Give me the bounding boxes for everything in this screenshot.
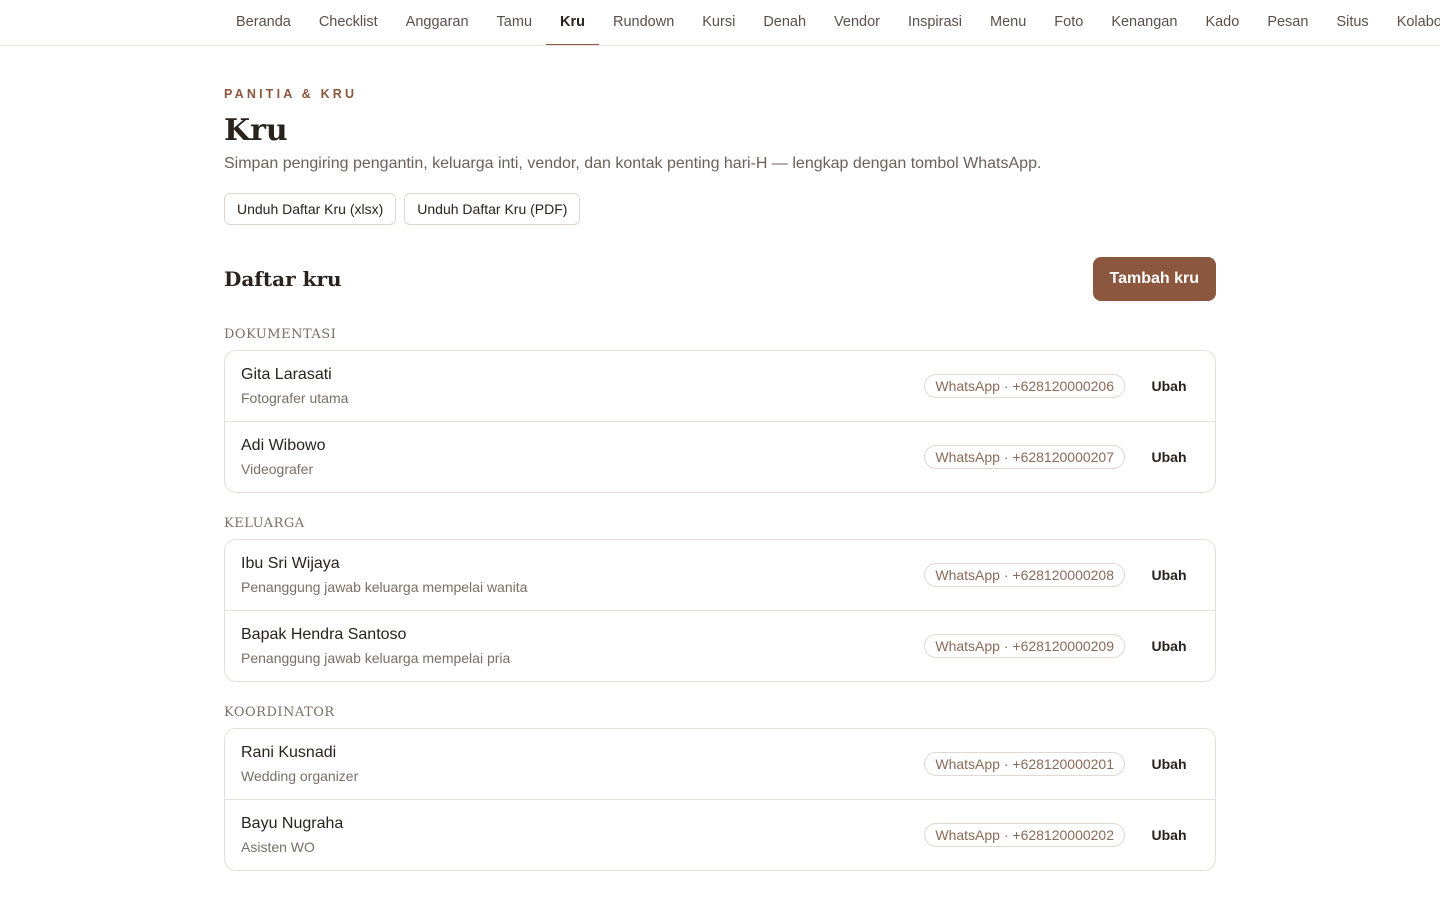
crew-info: Gita Larasati Fotografer utama	[241, 364, 924, 408]
crew-row: Rani Kusnadi Wedding organizer WhatsApp …	[225, 729, 1215, 800]
page-subtitle: Simpan pengiring pengantin, keluarga int…	[224, 155, 1042, 172]
crew-info: Adi Wibowo Videografer	[241, 435, 924, 479]
crew-card: Gita Larasati Fotografer utama WhatsApp …	[224, 350, 1216, 493]
crew-name: Bapak Hendra Santoso	[241, 626, 407, 643]
page-title: Kru	[224, 113, 288, 148]
tab-kolaborasi[interactable]: Kolaborasi	[1383, 0, 1440, 45]
whatsapp-link[interactable]: WhatsApp · +628120000209	[924, 634, 1125, 658]
edit-button[interactable]: Ubah	[1139, 560, 1199, 590]
tab-rundown[interactable]: Rundown	[599, 0, 688, 45]
tab-checklist[interactable]: Checklist	[305, 0, 392, 45]
tab-inspirasi[interactable]: Inspirasi	[894, 0, 976, 45]
export-actions: Unduh Daftar Kru (xlsx) Unduh Daftar Kru…	[224, 193, 1216, 225]
whatsapp-link[interactable]: WhatsApp · +628120000208	[924, 563, 1125, 587]
crew-row: Adi Wibowo Videografer WhatsApp · +62812…	[225, 422, 1215, 492]
crew-name: Adi Wibowo	[241, 437, 326, 454]
page-eyebrow: PANITIA & KRU	[224, 87, 358, 101]
tab-vendor[interactable]: Vendor	[820, 0, 894, 45]
crew-role: Asisten WO	[241, 839, 315, 855]
crew-info: Rani Kusnadi Wedding organizer	[241, 742, 924, 786]
tab-denah[interactable]: Denah	[749, 0, 820, 45]
group-label: KELUARGA	[224, 516, 305, 531]
crew-role: Videografer	[241, 461, 314, 477]
whatsapp-link[interactable]: WhatsApp · +628120000206	[924, 374, 1125, 398]
crew-role: Penanggung jawab keluarga mempelai pria	[241, 650, 511, 666]
crew-row: Ibu Sri Wijaya Penanggung jawab keluarga…	[225, 540, 1215, 611]
crew-info: Bayu Nugraha Asisten WO	[241, 813, 924, 857]
group-label: DOKUMENTASI	[224, 327, 337, 342]
tab-pesan[interactable]: Pesan	[1253, 0, 1322, 45]
whatsapp-link[interactable]: WhatsApp · +628120000201	[924, 752, 1125, 776]
edit-button[interactable]: Ubah	[1139, 371, 1199, 401]
crew-row: Bayu Nugraha Asisten WO WhatsApp · +6281…	[225, 800, 1215, 870]
group-label: KOORDINATOR	[224, 705, 335, 720]
tab-kru[interactable]: Kru	[546, 0, 599, 45]
crew-list-header: Daftar kru Tambah kru	[224, 257, 1216, 301]
crew-name: Gita Larasati	[241, 366, 332, 383]
tab-situs[interactable]: Situs	[1322, 0, 1382, 45]
crew-row: Bapak Hendra Santoso Penanggung jawab ke…	[225, 611, 1215, 681]
download-xlsx-button[interactable]: Unduh Daftar Kru (xlsx)	[224, 193, 397, 225]
crew-name: Ibu Sri Wijaya	[241, 555, 340, 572]
main-content: PANITIA & KRU Kru Simpan pengiring penga…	[224, 86, 1216, 871]
tab-kenangan[interactable]: Kenangan	[1097, 0, 1191, 45]
add-crew-button[interactable]: Tambah kru	[1092, 257, 1216, 301]
crew-group-dokumentasi: DOKUMENTASI Gita Larasati Fotografer uta…	[224, 326, 1216, 493]
crew-card: Ibu Sri Wijaya Penanggung jawab keluarga…	[224, 539, 1216, 682]
crew-row: Gita Larasati Fotografer utama WhatsApp …	[225, 351, 1215, 422]
tab-kado[interactable]: Kado	[1191, 0, 1253, 45]
nav-tabs: Beranda Checklist Anggaran Tamu Kru Rund…	[222, 0, 1440, 45]
tab-tamu[interactable]: Tamu	[483, 0, 546, 45]
tab-anggaran[interactable]: Anggaran	[392, 0, 483, 45]
crew-name: Rani Kusnadi	[241, 744, 337, 761]
crew-group-koordinator: KOORDINATOR Rani Kusnadi Wedding organiz…	[224, 704, 1216, 871]
crew-role: Fotografer utama	[241, 390, 349, 406]
edit-button[interactable]: Ubah	[1139, 631, 1199, 661]
crew-info: Ibu Sri Wijaya Penanggung jawab keluarga…	[241, 553, 924, 597]
top-navigation: Beranda Checklist Anggaran Tamu Kru Rund…	[0, 0, 1440, 46]
crew-list-title: Daftar kru	[224, 267, 342, 291]
crew-role: Wedding organizer	[241, 768, 359, 784]
crew-info: Bapak Hendra Santoso Penanggung jawab ke…	[241, 624, 924, 668]
crew-name: Bayu Nugraha	[241, 815, 344, 832]
edit-button[interactable]: Ubah	[1139, 820, 1199, 850]
tab-menu[interactable]: Menu	[976, 0, 1040, 45]
crew-role: Penanggung jawab keluarga mempelai wanit…	[241, 579, 528, 595]
whatsapp-link[interactable]: WhatsApp · +628120000202	[924, 823, 1125, 847]
tab-kursi[interactable]: Kursi	[688, 0, 749, 45]
crew-group-keluarga: KELUARGA Ibu Sri Wijaya Penanggung jawab…	[224, 515, 1216, 682]
edit-button[interactable]: Ubah	[1139, 442, 1199, 472]
download-pdf-button[interactable]: Unduh Daftar Kru (PDF)	[404, 193, 581, 225]
edit-button[interactable]: Ubah	[1139, 749, 1199, 779]
crew-card: Rani Kusnadi Wedding organizer WhatsApp …	[224, 728, 1216, 871]
whatsapp-link[interactable]: WhatsApp · +628120000207	[924, 445, 1125, 469]
tab-beranda[interactable]: Beranda	[222, 0, 305, 45]
tab-foto[interactable]: Foto	[1040, 0, 1097, 45]
